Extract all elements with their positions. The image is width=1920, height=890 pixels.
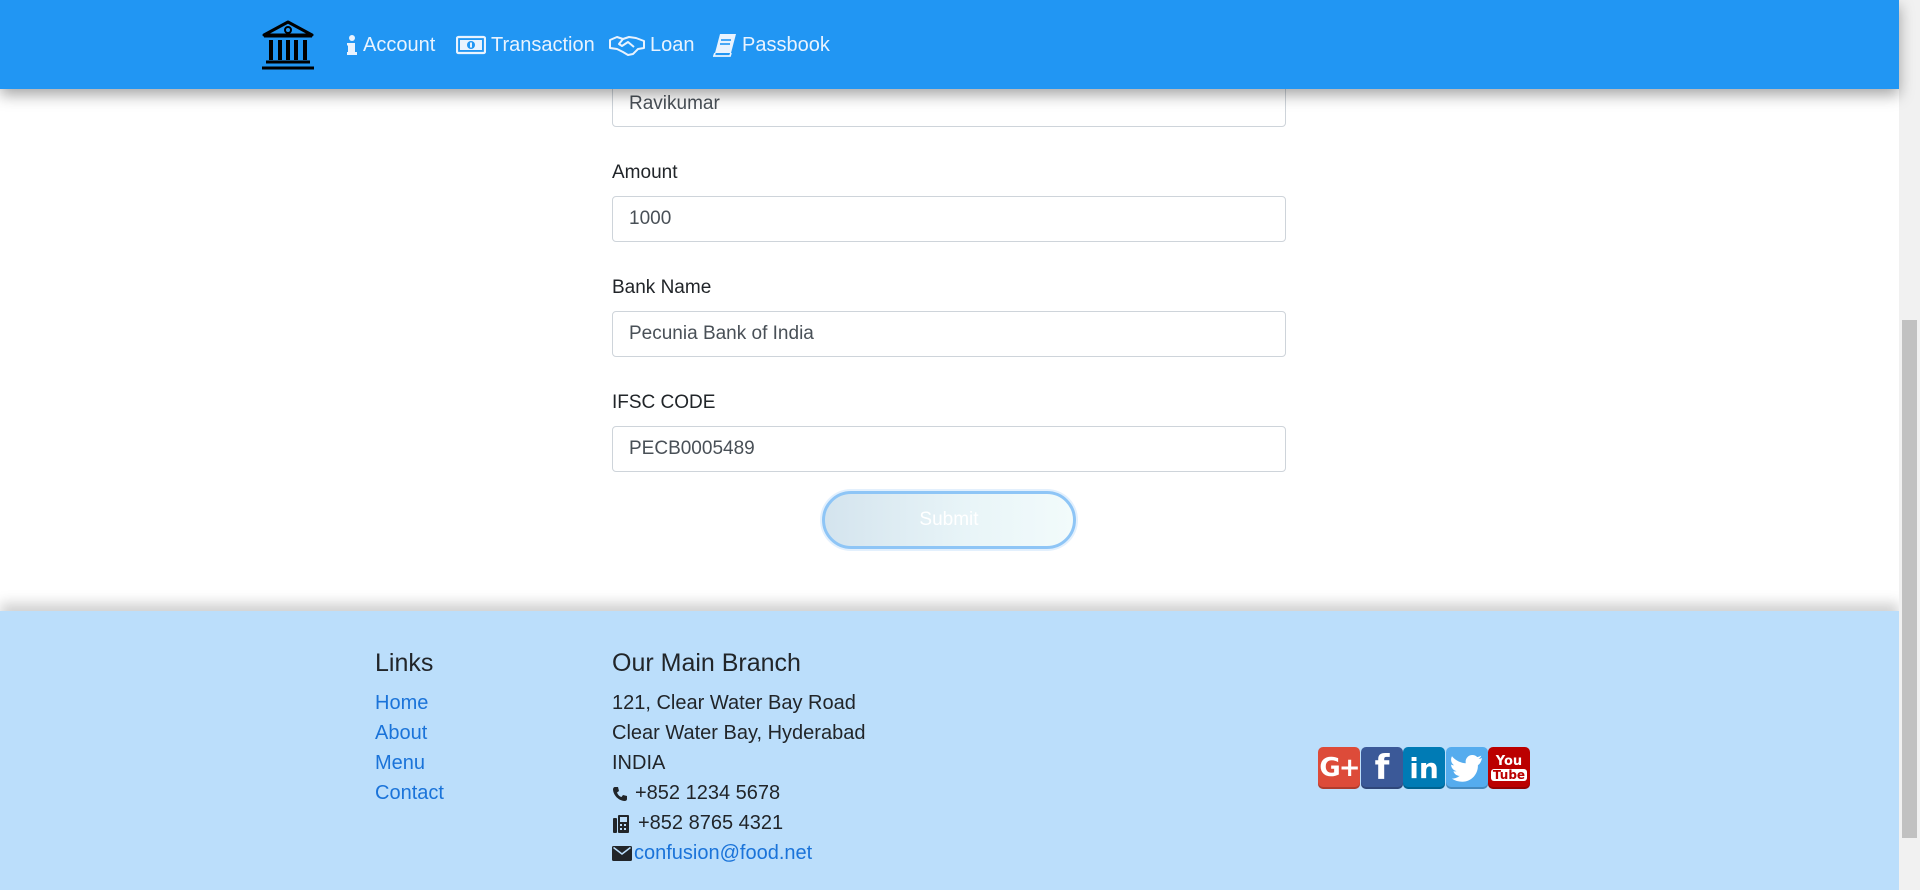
- phone-icon: [612, 786, 628, 802]
- amount-label: Amount: [612, 162, 678, 183]
- youtube-button[interactable]: You Tube: [1488, 747, 1530, 789]
- info-icon: [346, 34, 358, 56]
- money-bill-icon: [456, 34, 486, 56]
- fax-icon: [612, 814, 630, 834]
- submit-button[interactable]: Submit: [822, 491, 1076, 549]
- phone-row: +852 1234 5678: [612, 782, 780, 805]
- email-row: confusion@food.net: [612, 842, 812, 865]
- fax-row: +852 8765 4321: [612, 812, 783, 835]
- phone-number: +852 1234 5678: [635, 782, 781, 804]
- google-plus-button[interactable]: G+: [1318, 747, 1361, 789]
- navbar: Account Transaction Loan Passbook: [0, 0, 1899, 89]
- ifsc-code-label: IFSC CODE: [612, 392, 716, 413]
- linkedin-button[interactable]: in: [1403, 747, 1445, 789]
- address-line: INDIA: [612, 752, 666, 774]
- nav-item-loan[interactable]: Loan: [609, 30, 695, 60]
- nav-item-account[interactable]: Account: [346, 30, 435, 60]
- scrollbar-thumb[interactable]: [1902, 320, 1917, 838]
- address-line: Clear Water Bay, Hyderabad: [612, 722, 866, 744]
- ifsc-code-field[interactable]: [612, 426, 1286, 472]
- footer-link-menu[interactable]: Menu: [375, 752, 425, 775]
- footer-link-contact[interactable]: Contact: [375, 782, 444, 805]
- nav-item-label: Passbook: [742, 33, 830, 56]
- envelope-icon: [612, 846, 632, 861]
- address-line: 121, Clear Water Bay Road: [612, 692, 856, 714]
- twitter-button[interactable]: [1446, 747, 1488, 789]
- handshake-icon: [609, 33, 645, 57]
- youtube-icon: You Tube: [1490, 754, 1528, 782]
- google-plus-icon: G+: [1319, 753, 1360, 783]
- twitter-icon: [1451, 754, 1483, 782]
- vertical-scrollbar[interactable]: [1899, 0, 1920, 890]
- email-link[interactable]: confusion@food.net: [634, 842, 812, 865]
- bank-name-field[interactable]: [612, 311, 1286, 357]
- nav-item-transaction[interactable]: Transaction: [456, 30, 595, 60]
- amount-field[interactable]: [612, 196, 1286, 242]
- nav-item-passbook[interactable]: Passbook: [713, 30, 830, 60]
- nav-item-label: Loan: [650, 33, 695, 56]
- linkedin-icon: in: [1409, 751, 1439, 785]
- facebook-icon: f: [1374, 748, 1390, 788]
- facebook-button[interactable]: f: [1361, 747, 1403, 789]
- nav-item-label: Transaction: [491, 33, 595, 56]
- fax-number: +852 8765 4321: [638, 812, 784, 834]
- footer-link-home[interactable]: Home: [375, 692, 428, 715]
- nav-item-label: Account: [363, 33, 436, 56]
- bank-icon[interactable]: [260, 19, 316, 71]
- footer: [0, 611, 1899, 890]
- branch-heading: Our Main Branch: [612, 649, 801, 677]
- footer-link-about[interactable]: About: [375, 722, 427, 745]
- links-heading: Links: [375, 649, 434, 677]
- bank-name-label: Bank Name: [612, 277, 712, 298]
- book-icon: [713, 33, 737, 57]
